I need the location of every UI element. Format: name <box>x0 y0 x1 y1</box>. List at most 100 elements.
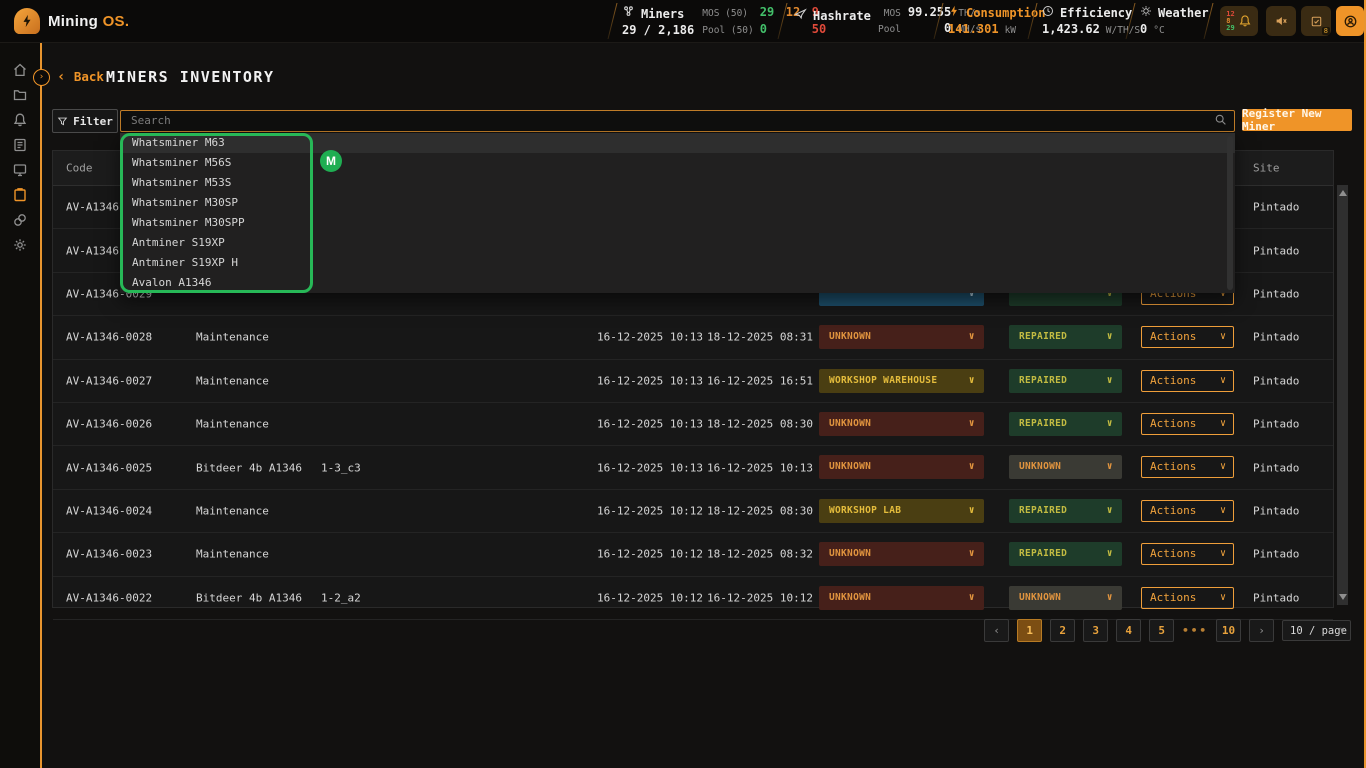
status1-dropdown[interactable]: UNKNOWN <box>819 586 984 610</box>
miner-model-cell: Maintenance <box>196 548 269 561</box>
page-title: MINERS INVENTORY <box>106 68 275 86</box>
sidebar-expand-toggle[interactable]: › <box>33 69 50 86</box>
miner-slot-cell: 1-2_a2 <box>321 591 361 604</box>
page-size-select[interactable]: 10 / page <box>1282 620 1351 641</box>
created-date-cell: 16-12-2025 10:12 <box>597 504 703 517</box>
site-cell: Pintado <box>1253 287 1299 300</box>
search-container <box>120 109 1235 131</box>
status2-dropdown[interactable]: UNKNOWN <box>1009 586 1122 610</box>
actions-dropdown[interactable]: Actions <box>1141 456 1234 478</box>
pagination-page-button[interactable]: 1 <box>1017 619 1042 642</box>
sidebar-item-sites[interactable] <box>12 87 28 103</box>
account-button[interactable] <box>1336 6 1364 36</box>
actions-dropdown[interactable]: Actions <box>1141 500 1234 522</box>
clipboard-icon <box>1310 15 1323 28</box>
scroll-up-arrow-icon[interactable] <box>1339 190 1347 196</box>
pagination-page-button[interactable]: 2 <box>1050 619 1075 642</box>
back-button[interactable]: Back <box>57 69 104 85</box>
sidebar-item-settings[interactable] <box>12 237 28 253</box>
created-date-cell: 16-12-2025 10:13 <box>597 374 703 387</box>
pagination-page-button[interactable]: 3 <box>1083 619 1108 642</box>
app-logo[interactable]: Mining OS. <box>14 8 129 34</box>
status1-dropdown[interactable]: UNKNOWN <box>819 542 984 566</box>
status2-dropdown[interactable]: REPAIRED <box>1009 542 1122 566</box>
miners-total: 29 / 2,186 <box>622 23 694 37</box>
sidebar-item-reports[interactable] <box>12 137 28 153</box>
search-input[interactable] <box>120 110 1235 132</box>
miner-code-cell: AV-A1346-0026 <box>66 418 152 431</box>
status2-dropdown[interactable]: UNKNOWN <box>1009 455 1122 479</box>
dropdown-item[interactable]: Whatsminer M63 <box>120 133 1235 153</box>
sidebar-item-home[interactable] <box>12 62 28 78</box>
efficiency-label: Efficiency <box>1060 6 1132 20</box>
status1-dropdown[interactable]: UNKNOWN <box>819 455 984 479</box>
miner-model-cell: Maintenance <box>196 418 269 431</box>
table-row: AV-A1346-0025Bitdeer 4b A13461-3_c316-12… <box>53 446 1333 489</box>
status1-dropdown[interactable]: WORKSHOP LAB <box>819 499 984 523</box>
dropdown-item[interactable]: Avalon A1346 <box>120 273 1235 293</box>
dropdown-item[interactable]: Whatsminer M56S <box>120 153 1235 173</box>
created-date-cell: 16-12-2025 10:13 <box>597 461 703 474</box>
updated-date-cell: 16-12-2025 16:51 <box>707 374 813 387</box>
actions-dropdown[interactable]: Actions <box>1141 413 1234 435</box>
hashrate-pool-label: Pool <box>878 24 901 35</box>
dropdown-item[interactable]: Whatsminer M30SP <box>120 193 1235 213</box>
bell-icon <box>1238 14 1252 28</box>
status1-value: UNKNOWN <box>829 461 871 472</box>
status2-dropdown[interactable]: REPAIRED <box>1009 499 1122 523</box>
brand-text: Mining OS. <box>48 13 129 30</box>
dropdown-item[interactable]: Antminer S19XP <box>120 233 1235 253</box>
site-cell: Pintado <box>1253 374 1299 387</box>
actions-label: Actions <box>1150 374 1196 387</box>
sidebar-divider <box>40 42 42 768</box>
monitor-icon <box>12 162 28 178</box>
topbar: Mining OS. Miners 29 / 2,186 MOS (50) 29… <box>0 0 1366 43</box>
status2-dropdown[interactable]: REPAIRED <box>1009 325 1122 349</box>
status1-dropdown[interactable]: UNKNOWN <box>819 412 984 436</box>
marker-badge: M <box>320 150 342 172</box>
scroll-down-arrow-icon[interactable] <box>1339 594 1347 600</box>
pagination-page-button[interactable]: 5 <box>1149 619 1174 642</box>
status1-dropdown[interactable]: UNKNOWN <box>819 325 984 349</box>
weather-label: Weather <box>1158 6 1209 20</box>
actions-dropdown[interactable]: Actions <box>1141 326 1234 348</box>
notifications-button[interactable]: 12 8 29 <box>1220 6 1258 36</box>
status2-dropdown[interactable]: REPAIRED <box>1009 369 1122 393</box>
table-scrollbar[interactable] <box>1337 185 1348 605</box>
tasks-button[interactable]: 8 <box>1301 6 1331 36</box>
sound-button[interactable] <box>1266 6 1296 36</box>
miner-code-cell: AV-A1346-0023 <box>66 548 152 561</box>
miner-code-cell: AV-A1346-0024 <box>66 504 152 517</box>
dropdown-item[interactable]: Antminer S19XP H <box>120 253 1235 273</box>
sidebar-item-monitoring[interactable] <box>12 162 28 178</box>
status1-value: UNKNOWN <box>829 331 871 342</box>
pagination-last-page-button[interactable]: 10 <box>1216 619 1241 642</box>
status1-value: UNKNOWN <box>829 592 871 603</box>
funnel-icon <box>57 116 68 127</box>
actions-dropdown[interactable]: Actions <box>1141 543 1234 565</box>
sidebar-item-inventory[interactable] <box>12 187 28 203</box>
brand-name: Mining <box>48 13 98 30</box>
filter-label: Filter <box>73 115 113 128</box>
sidebar-item-alerts[interactable] <box>12 112 28 128</box>
status2-dropdown[interactable]: REPAIRED <box>1009 412 1122 436</box>
filter-button[interactable]: Filter <box>52 109 118 133</box>
register-new-miner-button[interactable]: Register New Miner <box>1242 109 1352 131</box>
miners-pool-ok: 0 <box>760 22 780 36</box>
sidebar-item-finance[interactable] <box>12 212 28 228</box>
status1-dropdown[interactable]: WORKSHOP WAREHOUSE <box>819 369 984 393</box>
pagination-page-button[interactable]: 4 <box>1116 619 1141 642</box>
home-icon <box>12 62 28 78</box>
notification-counts: 12 8 29 <box>1226 11 1234 32</box>
dropdown-item[interactable]: Whatsminer M53S <box>120 173 1235 193</box>
pagination-next-button[interactable]: › <box>1249 619 1274 642</box>
actions-label: Actions <box>1150 460 1196 473</box>
actions-dropdown[interactable]: Actions <box>1141 370 1234 392</box>
pagination-prev-button[interactable]: ‹ <box>984 619 1009 642</box>
dropdown-item[interactable]: Whatsminer M30SPP <box>120 213 1235 233</box>
actions-dropdown[interactable]: Actions <box>1141 587 1234 609</box>
status2-value: REPAIRED <box>1019 375 1067 386</box>
table-row: AV-A1346-0023Maintenance16-12-2025 10:12… <box>53 533 1333 576</box>
updated-date-cell: 18-12-2025 08:30 <box>707 504 813 517</box>
stat-hashrate: Hashrate <box>794 5 871 23</box>
